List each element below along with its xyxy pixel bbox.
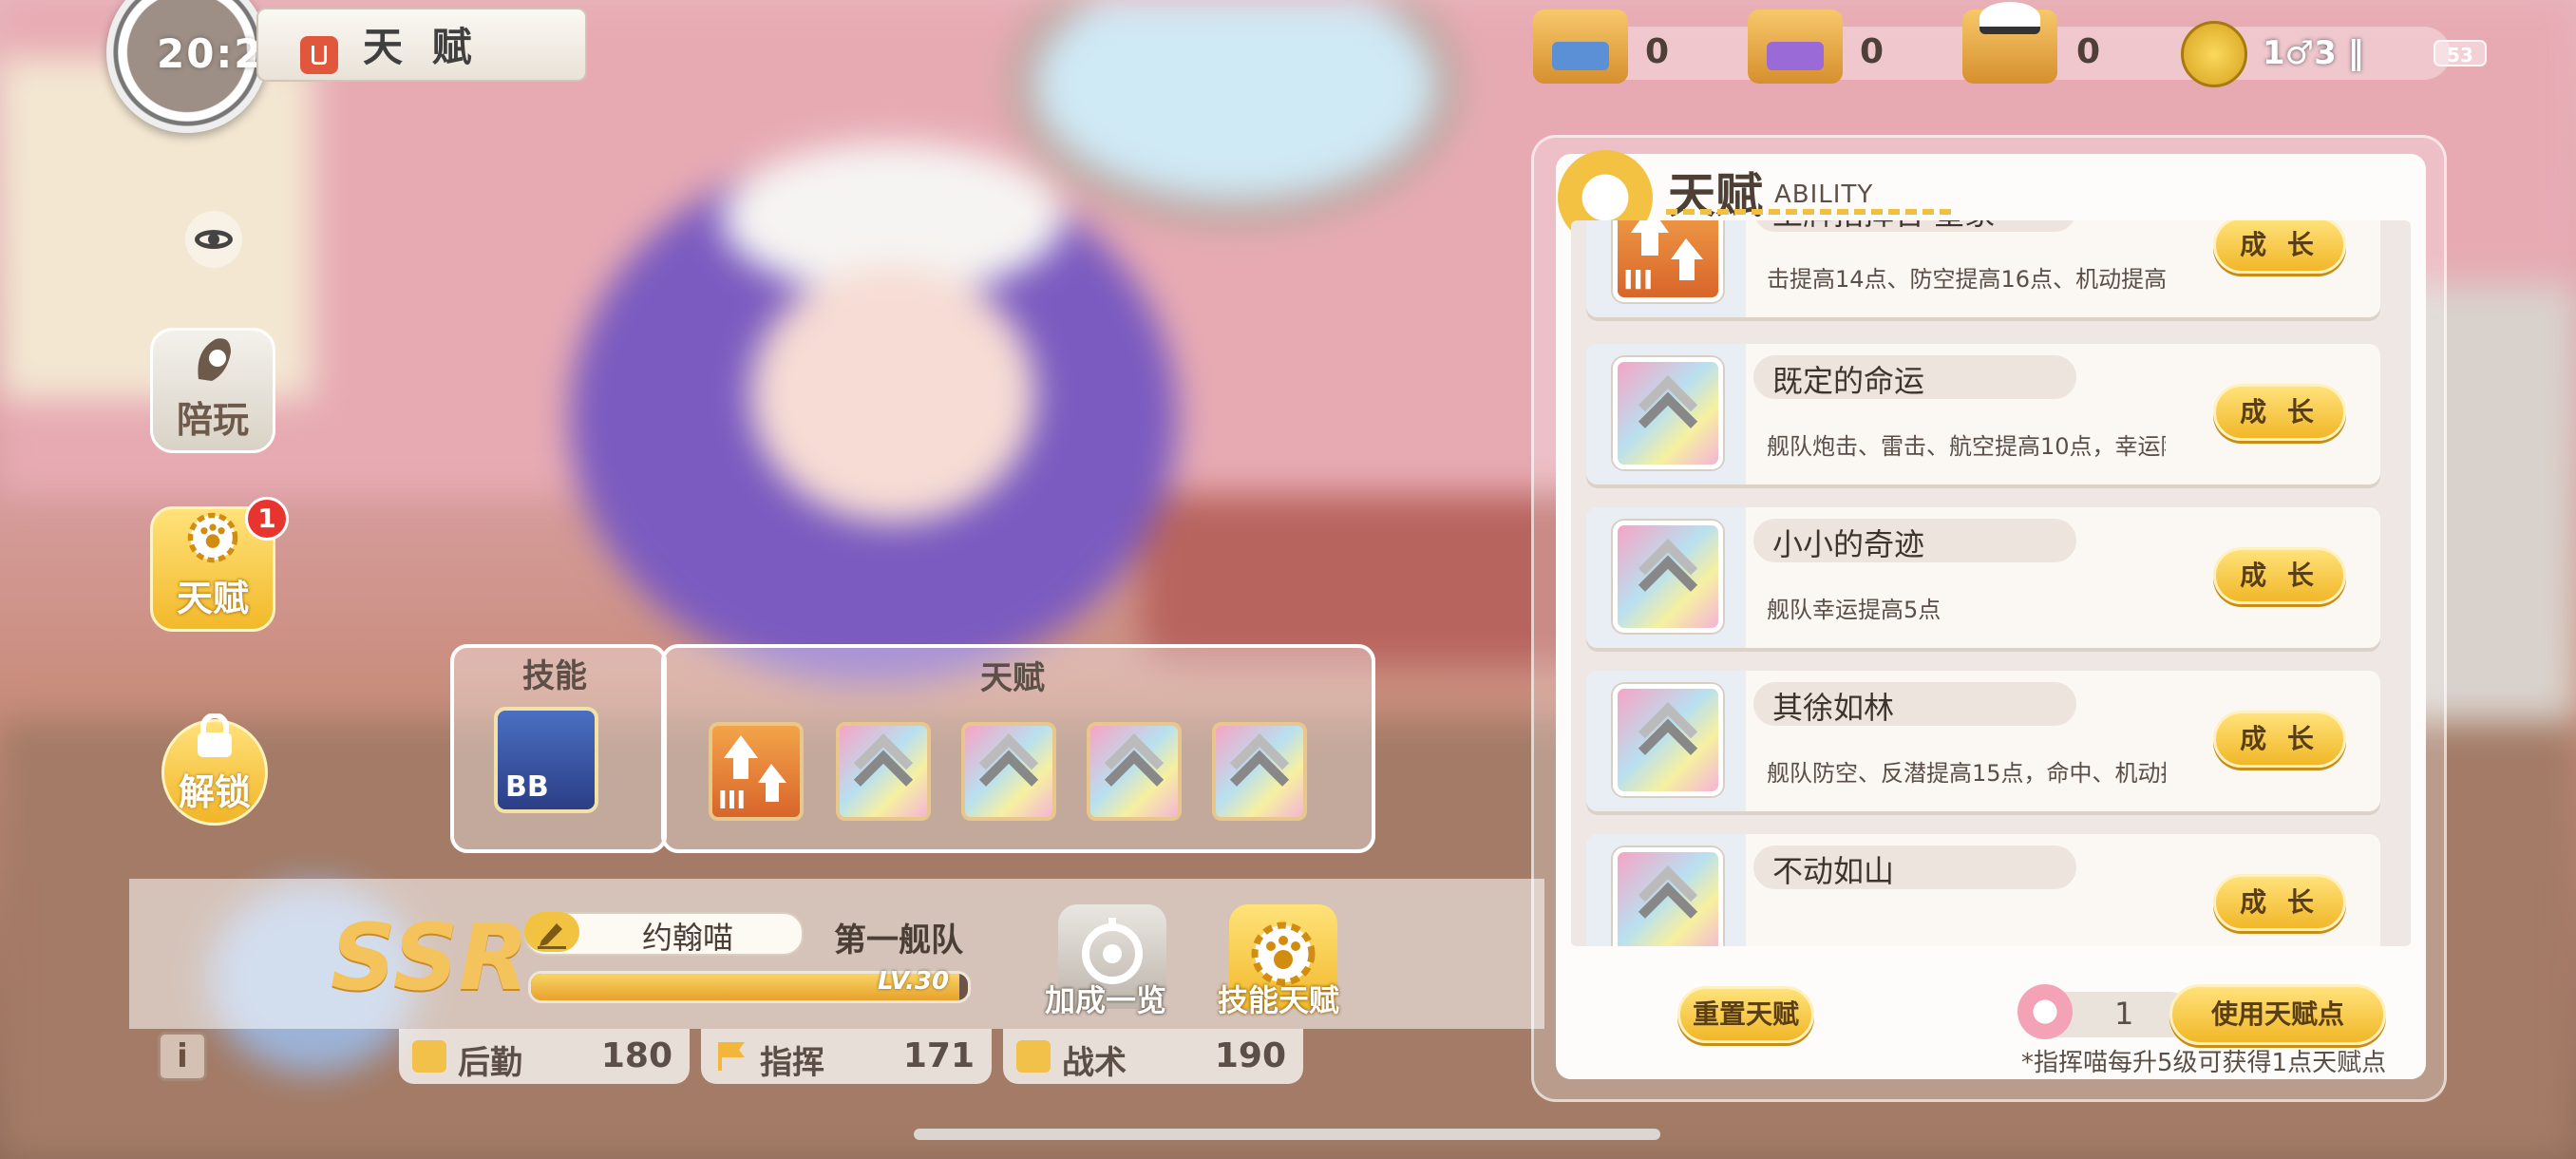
status-signal: 1♂3 ‖ <box>2263 34 2364 72</box>
talent-desc: 舰队幸运提高5点 <box>1767 597 1941 623</box>
talent-name: 其徐如林 <box>1772 690 1895 726</box>
rainbow-chevron-icon <box>1613 847 1723 946</box>
page-title: 天 赋 <box>363 24 480 70</box>
grow-button[interactable]: 成 长 <box>2213 220 2346 274</box>
rainbow-chevron-icon <box>1613 684 1723 796</box>
resource-1-value: 0 <box>1645 32 1670 71</box>
paw-hand-icon <box>185 332 240 387</box>
talent-name: 不动如山 <box>1772 853 1895 889</box>
talent-points-value: 1 <box>2114 996 2134 1032</box>
panel-title: 天赋 <box>1668 168 1763 223</box>
skill-talent-label: 技能天赋 <box>1218 982 1340 1018</box>
talent-desc: 击提高14点、防空提高16点、机动提高3点 <box>1767 266 2166 293</box>
resource-2-value: 0 <box>1860 32 1885 71</box>
play-label: 陪玩 <box>176 399 249 441</box>
panel-subtitle: ABILITY <box>1774 180 1874 209</box>
eye-icon[interactable] <box>185 211 242 268</box>
character-name: 约翰喵 <box>642 920 734 956</box>
flag-icon <box>714 1040 748 1073</box>
battery-icon: 53 <box>2434 40 2487 66</box>
stat-name: 后勤 <box>458 1044 522 1082</box>
unlock-button[interactable]: 解锁 <box>161 713 268 826</box>
box-icon <box>412 1040 446 1073</box>
grow-button[interactable]: 成 长 <box>2213 384 2346 441</box>
talent-desc: 舰队炮击、雷击、航空提高10点，幸运降 <box>1767 433 2166 460</box>
talent-name: 小小的奇迹 <box>1772 526 1925 562</box>
talent-label: 天赋 <box>176 578 249 619</box>
talent-rank-text: III <box>718 787 747 815</box>
title-underline <box>1666 209 1951 215</box>
talent-rank-text: III <box>1623 264 1654 295</box>
reset-talent-button[interactable]: 重置天赋 <box>1677 986 1814 1043</box>
info-icon[interactable]: i <box>158 1032 207 1081</box>
book-icon <box>1016 1040 1051 1073</box>
rarity-label: SSR <box>331 904 529 1011</box>
level-label: LV.30 <box>878 967 950 996</box>
rainbow-chevron-icon <box>1613 357 1723 469</box>
resource-3-value: 0 <box>2076 32 2101 71</box>
paw-gear-icon <box>185 510 240 565</box>
talent-name: 王牌指挥官·皇家 <box>1772 220 1995 234</box>
grow-button[interactable]: 成 长 <box>2213 874 2346 931</box>
stat-value: 180 <box>600 1036 672 1075</box>
skill-talent-tray: 技能 天赋 BB III <box>450 644 1375 853</box>
talent-slot-5-chevron-icon[interactable] <box>1212 722 1307 821</box>
talent-slot-1-up-arrows-icon[interactable]: III <box>709 722 804 821</box>
edit-name-icon[interactable] <box>524 912 579 952</box>
talent-slot-4-chevron-icon[interactable] <box>1087 722 1182 821</box>
talent-section-label: 天赋 <box>980 659 1045 697</box>
stat-name: 战术 <box>1062 1044 1127 1082</box>
talent-points-note: *指挥喵每升5级可获得1点天赋点 <box>2021 1049 2387 1077</box>
talent-header-icon <box>300 36 338 74</box>
talent-slot-3-chevron-icon[interactable] <box>961 722 1056 821</box>
box-purple-icon[interactable] <box>1748 10 1843 84</box>
stat-value: 171 <box>902 1036 975 1075</box>
talent-list[interactable]: III 王牌指挥官·皇家 击提高14点、防空提高16点、机动提高3点 成 长 既… <box>1571 220 2411 946</box>
unlock-label: 解锁 <box>178 771 251 813</box>
talent-card: 不动如山 成 长 <box>1586 834 2380 946</box>
talent-card: 既定的命运 舰队炮击、雷击、航空提高10点，幸运降 成 长 <box>1586 344 2380 484</box>
lock-icon <box>187 713 242 759</box>
talent-card: 小小的奇迹 舰队幸运提高5点 成 长 <box>1586 507 2380 648</box>
battleship-skill-icon[interactable]: BB <box>494 707 598 813</box>
stat-name: 指挥 <box>760 1044 824 1082</box>
talent-slot-2-chevron-icon[interactable] <box>836 722 931 821</box>
paw-icon <box>2017 984 2073 1039</box>
stat-value: 190 <box>1214 1036 1286 1075</box>
stat-logistics: 后勤 180 <box>399 1029 690 1084</box>
grow-button[interactable]: 成 长 <box>2213 547 2346 604</box>
coin-icon[interactable] <box>2181 21 2247 87</box>
talent-name: 既定的命运 <box>1772 363 1925 399</box>
grow-button[interactable]: 成 长 <box>2213 711 2346 768</box>
notification-badge: 1 <box>245 497 289 541</box>
stat-tactics: 战术 190 <box>1003 1029 1303 1084</box>
talent-card: 其徐如林 舰队防空、反潜提高15点，命中、机动提 成 长 <box>1586 671 2380 811</box>
use-talent-points-button[interactable]: 使用天赋点 <box>2169 984 2386 1045</box>
skill-icon-text: BB <box>505 770 549 804</box>
stat-command: 指挥 171 <box>701 1029 992 1084</box>
talent-card: III 王牌指挥官·皇家 击提高14点、防空提高16点、机动提高3点 成 长 <box>1586 220 2380 317</box>
box-captain-icon[interactable] <box>1962 2 2057 84</box>
talent-desc: 舰队防空、反潜提高15点，命中、机动提 <box>1767 760 2166 787</box>
bonus-overview-label: 加成一览 <box>1045 982 1167 1018</box>
home-indicator[interactable] <box>914 1129 1660 1140</box>
up-arrows-icon: III <box>1613 220 1723 302</box>
skill-section-label: 技能 <box>522 657 587 695</box>
box-blue-icon[interactable] <box>1533 10 1628 84</box>
fleet-label: 第一舰队 <box>834 922 963 960</box>
play-button[interactable]: 陪玩 <box>150 328 275 453</box>
rainbow-chevron-icon <box>1613 521 1723 633</box>
